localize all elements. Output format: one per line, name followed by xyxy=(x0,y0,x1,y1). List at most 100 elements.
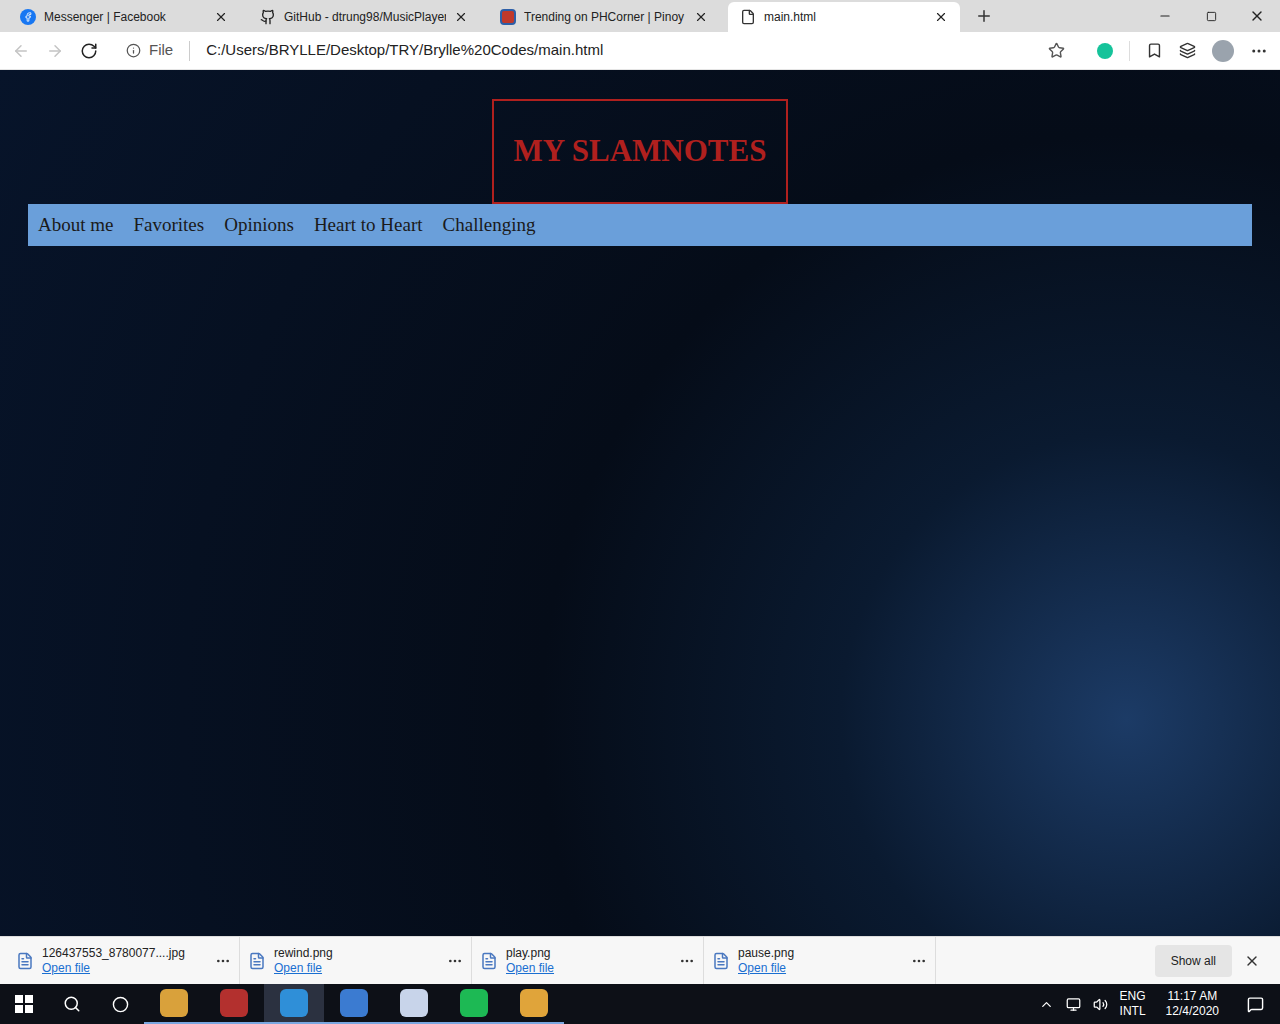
close-tab-icon[interactable] xyxy=(214,10,228,24)
file-icon xyxy=(248,952,266,970)
taskbar-app[interactable] xyxy=(444,984,504,1024)
clock[interactable]: 11:17 AM12/4/2020 xyxy=(1158,989,1227,1019)
download-name: pause.png xyxy=(738,946,903,961)
anime-icon xyxy=(400,989,428,1017)
taskbar-app[interactable] xyxy=(144,984,204,1024)
tab-strip: Messenger | Facebook GitHub - dtrung98/Mu… xyxy=(0,0,1280,32)
toolbar: File C:/Users/BRYLLE/Desktop/TRY/Brylle%2… xyxy=(0,32,1280,70)
download-item[interactable]: pause.pngOpen file xyxy=(704,937,936,984)
nav-link[interactable]: Heart to Heart xyxy=(314,211,423,240)
download-name: 126437553_8780077....jpg xyxy=(42,946,207,961)
new-tab-button[interactable] xyxy=(968,0,1000,32)
minimize-button[interactable] xyxy=(1142,0,1188,32)
favorite-star-icon[interactable] xyxy=(1048,42,1065,59)
browser-tab[interactable]: main.html xyxy=(728,2,960,32)
close-icon xyxy=(1249,8,1265,24)
close-tab-icon[interactable] xyxy=(934,10,948,24)
system-tray: ENGINTL 11:17 AM12/4/2020 xyxy=(1039,984,1280,1024)
site-title: MY SLAMNOTES xyxy=(514,128,767,175)
downloads-bar: 126437553_8780077....jpgOpen filerewind.… xyxy=(0,936,1280,984)
forward-icon[interactable] xyxy=(46,42,64,60)
open-file-link[interactable]: Open file xyxy=(42,961,207,976)
spotify-icon xyxy=(460,989,488,1017)
language-indicator[interactable]: ENGINTL xyxy=(1120,989,1146,1019)
plus-icon xyxy=(975,7,993,25)
favorites-icon[interactable] xyxy=(1146,42,1163,59)
collections-icon[interactable] xyxy=(1179,42,1196,59)
search-icon xyxy=(63,995,81,1013)
taskbar-app[interactable] xyxy=(264,984,324,1024)
more-icon[interactable] xyxy=(215,953,231,969)
cortana-icon xyxy=(112,996,129,1013)
file-icon xyxy=(16,952,34,970)
browser-tab[interactable]: Trending on PHCorner | Pinoy Int xyxy=(488,2,720,32)
more-icon[interactable] xyxy=(911,953,927,969)
phcorner-icon xyxy=(500,9,516,25)
edge-icon xyxy=(280,989,308,1017)
menu-icon[interactable] xyxy=(1250,42,1268,60)
game-icon xyxy=(220,989,248,1017)
facebook-icon xyxy=(20,9,36,25)
paint-icon xyxy=(520,989,548,1017)
download-item[interactable]: 126437553_8780077....jpgOpen file xyxy=(8,937,240,984)
download-name: rewind.png xyxy=(274,946,439,961)
network-icon[interactable] xyxy=(1066,997,1081,1012)
github-icon xyxy=(260,9,276,25)
taskbar: ENGINTL 11:17 AM12/4/2020 xyxy=(0,984,1280,1024)
search-button[interactable] xyxy=(48,984,96,1024)
close-tab-icon[interactable] xyxy=(694,10,708,24)
restore-button[interactable] xyxy=(1188,0,1234,32)
nav-link[interactable]: Challenging xyxy=(443,211,536,240)
nav-bar: About me Favorites Opinions Heart to Heart C… xyxy=(28,204,1252,246)
show-all-button[interactable]: Show all xyxy=(1155,945,1232,977)
close-tab-icon[interactable] xyxy=(454,10,468,24)
address-bar[interactable]: File C:/Users/BRYLLE/Desktop/TRY/Brylle%2… xyxy=(114,39,1065,62)
taskbar-app[interactable] xyxy=(504,984,564,1024)
profile-icon[interactable] xyxy=(1212,40,1234,62)
file-icon xyxy=(712,952,730,970)
back-icon[interactable] xyxy=(12,42,30,60)
open-file-link[interactable]: Open file xyxy=(506,961,671,976)
browser-tab[interactable]: Messenger | Facebook xyxy=(8,2,240,32)
notes-icon xyxy=(340,989,368,1017)
close-downloads-icon[interactable] xyxy=(1244,953,1260,969)
close-window-button[interactable] xyxy=(1234,0,1280,32)
taskbar-app[interactable] xyxy=(324,984,384,1024)
page-background: MY SLAMNOTES About me Favorites Opinions Hea… xyxy=(0,70,1280,936)
address-url: C:/Users/BRYLLE/Desktop/TRY/Brylle%20Cod… xyxy=(206,39,603,62)
open-file-link[interactable]: Open file xyxy=(738,961,903,976)
start-button[interactable] xyxy=(0,984,48,1024)
volume-icon[interactable] xyxy=(1093,997,1108,1012)
file-icon xyxy=(740,9,756,25)
tab-title: Messenger | Facebook xyxy=(44,8,206,26)
notepad-icon xyxy=(160,989,188,1017)
notifications-icon[interactable] xyxy=(1247,996,1264,1013)
tab-title: main.html xyxy=(764,8,926,26)
site-title-box: MY SLAMNOTES xyxy=(492,99,788,204)
taskbar-app[interactable] xyxy=(384,984,444,1024)
taskbar-app[interactable] xyxy=(204,984,264,1024)
minimize-icon xyxy=(1158,9,1172,23)
grammarly-icon[interactable] xyxy=(1097,43,1113,59)
more-icon[interactable] xyxy=(679,953,695,969)
nav-link[interactable]: Opinions xyxy=(224,211,294,240)
nav-link[interactable]: Favorites xyxy=(133,211,204,240)
file-icon xyxy=(480,952,498,970)
refresh-icon[interactable] xyxy=(80,42,98,60)
download-name: play.png xyxy=(506,946,671,961)
cortana-button[interactable] xyxy=(96,984,144,1024)
more-icon[interactable] xyxy=(447,953,463,969)
download-item[interactable]: rewind.pngOpen file xyxy=(240,937,472,984)
info-icon xyxy=(126,43,141,58)
browser-tab[interactable]: GitHub - dtrung98/MusicPlayer: xyxy=(248,2,480,32)
desktop: Messenger | Facebook GitHub - dtrung98/Mu… xyxy=(0,0,1280,1024)
download-item[interactable]: play.pngOpen file xyxy=(472,937,704,984)
tab-title: GitHub - dtrung98/MusicPlayer: xyxy=(284,8,446,26)
open-file-link[interactable]: Open file xyxy=(274,961,439,976)
nav-link[interactable]: About me xyxy=(38,211,113,240)
windows-logo-icon xyxy=(15,995,33,1013)
address-scheme: File xyxy=(149,39,173,62)
restore-icon xyxy=(1206,11,1217,22)
tab-title: Trending on PHCorner | Pinoy Int xyxy=(524,8,686,26)
show-hidden-icon[interactable] xyxy=(1039,997,1054,1012)
